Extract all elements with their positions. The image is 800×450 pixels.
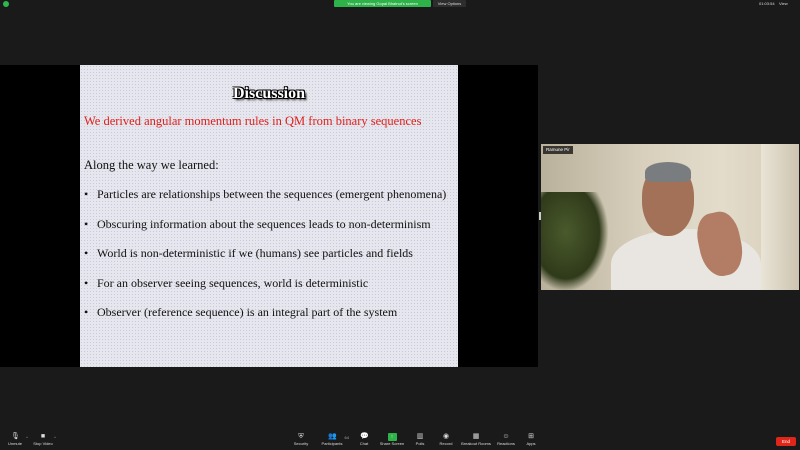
slide-subtitle: We derived angular momentum rules in QM … (84, 114, 422, 128)
record-label: Record (439, 441, 453, 446)
unmute-button[interactable]: 🎙 Unmute ^ (0, 433, 30, 446)
bullet-dot: • (84, 276, 89, 290)
record-button[interactable]: ◉ Record (431, 433, 461, 446)
slide-bullet: • World is non-deterministic if we (human… (84, 246, 413, 261)
slide-bullet: • Particles are relationships between the… (84, 187, 446, 202)
encryption-shield-icon[interactable] (3, 1, 9, 7)
participant-video-tile[interactable]: Ramune Pir (541, 144, 799, 290)
meeting-toolbar: 🎙 Unmute ^ ■ Stop Video ^ ⛨ Security 👥 P… (0, 432, 800, 450)
breakout-rooms-button[interactable]: ▦ Breakout Rooms (461, 433, 491, 446)
video-door (761, 144, 799, 290)
end-meeting-button[interactable]: End (776, 437, 796, 446)
bullet-text: World is non-deterministic if we (humans… (97, 246, 413, 260)
bullet-dot: • (84, 217, 89, 231)
chat-button[interactable]: 💬 Chat (349, 433, 379, 446)
participants-button[interactable]: 👥 Participants 64 (317, 433, 349, 446)
bullet-dot: • (84, 246, 89, 260)
slide-title: Discussion (232, 85, 306, 102)
stop-video-label: Stop Video (33, 441, 53, 446)
stop-video-button[interactable]: ■ Stop Video ^ (28, 433, 58, 446)
chevron-up-icon[interactable]: ^ (54, 435, 56, 440)
slide-lead-text: Along the way we learned: (84, 158, 219, 172)
bar-chart-icon: ▥ (416, 433, 424, 440)
share-screen-label: Share Screen (379, 441, 405, 446)
apps-icon: ⊞ (528, 433, 534, 440)
smiley-icon: ☺ (502, 433, 510, 440)
top-bar: You are viewing Gopal Bhatnut's screen V… (0, 0, 800, 9)
participant-name-label: Ramune Pir (543, 146, 573, 154)
viewing-screen-banner: You are viewing Gopal Bhatnut's screen (334, 0, 431, 7)
reactions-label: Reactions (497, 441, 515, 446)
bullet-dot: • (84, 187, 89, 201)
view-options-button[interactable]: View Options (433, 0, 466, 7)
polls-label: Polls (415, 441, 425, 446)
apps-label: Apps (526, 441, 536, 446)
breakout-rooms-label: Breakout Rooms (461, 441, 491, 446)
video-camera-icon: ■ (40, 433, 46, 440)
grid-icon: ▦ (472, 433, 480, 440)
meeting-clock: 01:03:54 (759, 1, 775, 6)
slide-bullet: • Obscuring information about the sequenc… (84, 217, 431, 232)
chat-bubble-icon: 💬 (360, 433, 369, 440)
shield-icon: ⛨ (298, 433, 304, 440)
bullet-text: Obscuring information about the sequence… (97, 217, 431, 231)
security-label: Security (293, 441, 309, 446)
share-screen-button[interactable]: ↑ Share Screen (377, 433, 407, 446)
bullet-dot: • (84, 305, 89, 319)
slide-bullet: • For an observer seeing sequences, world… (84, 276, 368, 291)
slide-bullet: • Observer (reference sequence) is an int… (84, 305, 397, 320)
shared-screen: Discussion We derived angular momentum r… (0, 65, 538, 367)
presentation-slide: Discussion We derived angular momentum r… (80, 65, 458, 367)
security-button[interactable]: ⛨ Security (286, 433, 316, 446)
bullet-text: For an observer seeing sequences, world … (97, 276, 369, 290)
video-person-hair (645, 162, 691, 182)
microphone-muted-icon: 🎙 (11, 433, 20, 440)
participants-label: Participants (321, 441, 343, 446)
people-icon: 👥 (328, 433, 337, 440)
bullet-text: Particles are relationships between the … (97, 187, 447, 201)
apps-button[interactable]: ⊞ Apps (516, 433, 546, 446)
unmute-label: Unmute (7, 441, 22, 446)
video-plant (541, 192, 609, 290)
share-screen-icon: ↑ (387, 433, 397, 441)
view-button[interactable]: View (779, 1, 788, 6)
bullet-text: Observer (reference sequence) is an inte… (97, 305, 398, 319)
record-icon: ◉ (442, 433, 450, 440)
chat-label: Chat (359, 441, 369, 446)
